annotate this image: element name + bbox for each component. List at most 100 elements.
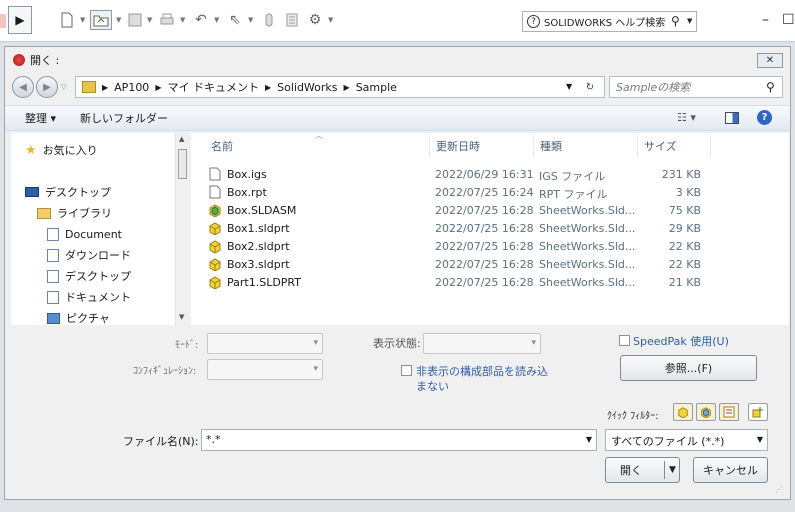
chevron-down-icon[interactable]: ▼ xyxy=(214,16,219,24)
scroll-up-icon[interactable]: ▲ xyxy=(179,135,184,143)
configuration-select[interactable] xyxy=(207,359,323,380)
nav-item-pictures[interactable]: ピクチャ xyxy=(47,309,110,327)
chevron-down-icon[interactable]: ▼ xyxy=(586,435,592,444)
file-date: 2022/07/25 16:24 xyxy=(435,186,534,199)
nav-item-downloads[interactable]: ダウンロード xyxy=(47,246,131,264)
undo-icon[interactable]: ↶ xyxy=(192,10,210,30)
folder-search-input[interactable]: Sampleの検索 xyxy=(616,79,690,95)
help-search-input[interactable]: SOLIDWORKS ヘルプ検索 xyxy=(544,14,665,29)
column-header-date[interactable]: 更新日時 xyxy=(429,135,533,157)
dialog-close-button[interactable]: ✕ xyxy=(757,53,783,68)
cancel-button[interactable]: キャンセル xyxy=(693,457,768,483)
filename-input[interactable]: *.* ▼ xyxy=(201,429,597,451)
part-icon xyxy=(209,222,221,235)
chevron-down-icon[interactable]: ▼ xyxy=(248,16,253,24)
view-options-icon[interactable]: ☷ ▾ xyxy=(677,111,696,124)
doc-icon xyxy=(209,167,221,181)
new-folder-button[interactable]: 新しいフォルダー xyxy=(80,110,168,126)
search-icon[interactable]: ⚲ xyxy=(671,14,680,28)
back-button[interactable]: ◀ xyxy=(12,76,34,98)
speedpak-checkbox[interactable] xyxy=(619,335,630,346)
nav-item-label: ドキュメント xyxy=(65,291,131,304)
column-header-type[interactable]: 種類 xyxy=(533,135,637,157)
breadcrumb-item[interactable]: Sample xyxy=(356,81,397,94)
nav-scrollbar[interactable]: ▲ ▼ xyxy=(175,133,189,325)
references-button[interactable]: 参照...(F) xyxy=(620,355,757,381)
file-type: RPT ファイル xyxy=(539,188,608,201)
help-search-box[interactable]: ? SOLIDWORKS ヘルプ検索 ⚲ ▼ xyxy=(522,11,697,32)
command-bar: 整理 ▾ 新しいフォルダー ☷ ▾ ? xyxy=(5,105,790,131)
nav-item-label: デスクトップ xyxy=(65,270,131,283)
nav-item-document[interactable]: Document xyxy=(47,225,122,243)
nav-item-desktop[interactable]: デスクトップ xyxy=(47,267,131,285)
breadcrumb-separator: ▶ xyxy=(155,82,162,92)
select-pointer-icon[interactable]: ⇖ xyxy=(226,10,244,30)
file-row[interactable]: Box1.sldprt 2022/07/25 16:28 SheetWorks.… xyxy=(191,220,789,238)
mode-select[interactable] xyxy=(207,333,323,354)
nav-favorites[interactable]: ★ お気に入り xyxy=(25,141,98,159)
filetype-select[interactable]: すべてのファイル (*.*) ▼ xyxy=(605,429,768,451)
file-row[interactable]: Box.rpt 2022/07/25 16:24 RPT ファイル 3 KB xyxy=(191,184,789,202)
folder-search-box[interactable]: Sampleの検索 ⚲ xyxy=(609,76,783,98)
file-row[interactable]: Box2.sldprt 2022/07/25 16:28 SheetWorks.… xyxy=(191,238,789,256)
resize-grip-icon[interactable]: ⋰ xyxy=(775,485,783,494)
file-row[interactable]: Box.SLDASM 2022/07/25 16:28 SheetWorks.S… xyxy=(191,202,789,220)
print-icon[interactable] xyxy=(158,10,176,30)
minimize-button[interactable]: – xyxy=(762,12,769,28)
nav-library[interactable]: ライブラリ xyxy=(37,204,112,222)
open-folder-icon[interactable] xyxy=(90,10,112,30)
maximize-button[interactable]: ☐ xyxy=(782,12,795,28)
filter-assemblies-icon[interactable] xyxy=(696,403,716,421)
nav-item-label: ダウンロード xyxy=(65,249,131,262)
breadcrumb-item[interactable]: SolidWorks xyxy=(277,81,337,94)
file-row[interactable]: Part1.SLDPRT 2022/07/25 16:28 SheetWorks… xyxy=(191,274,789,292)
filter-parts-icon[interactable] xyxy=(673,403,693,421)
column-header-name[interactable]: 名前 xyxy=(205,135,425,157)
file-row[interactable]: Box3.sldprt 2022/07/25 16:28 SheetWorks.… xyxy=(191,256,789,274)
rebuild-icon[interactable] xyxy=(262,10,276,30)
chevron-down-icon[interactable]: ▼ xyxy=(147,16,152,24)
address-dropdown-icon[interactable]: ▼ xyxy=(566,82,572,91)
refresh-button[interactable]: ↻ xyxy=(575,76,605,98)
expand-menu-button[interactable]: ▶ xyxy=(8,6,32,34)
save-icon[interactable] xyxy=(126,10,144,30)
nav-item-documents[interactable]: ドキュメント xyxy=(47,288,131,306)
documents-icon xyxy=(47,290,59,304)
history-chevron-icon[interactable]: ▽ xyxy=(61,83,66,91)
chevron-down-icon[interactable]: ▼ xyxy=(328,16,333,24)
address-bar[interactable]: ▶ AP100 ▶ マイ ドキュメント ▶ SolidWorks ▶ Sampl… xyxy=(75,76,605,98)
chevron-down-icon[interactable]: ▼ xyxy=(687,17,692,25)
app-toolbar: ▶ ▼ ▼ ▼ ▼ ↶ ▼ ⇖ ▼ ⚙ ▼ ? SOLIDWORKS ヘルプ検索… xyxy=(0,0,795,42)
breadcrumb-item[interactable]: マイ ドキュメント xyxy=(167,79,259,95)
preview-pane-icon[interactable] xyxy=(725,112,739,124)
organize-menu[interactable]: 整理 ▾ xyxy=(25,110,56,126)
chevron-down-icon[interactable]: ▼ xyxy=(180,16,185,24)
forward-button[interactable]: ▶ xyxy=(36,76,58,98)
document-library-icon xyxy=(47,227,59,241)
speedpak-label: SpeedPak 使用(U) xyxy=(633,335,729,348)
breadcrumb-item[interactable]: AP100 xyxy=(114,81,149,94)
filter-all-icon[interactable] xyxy=(748,403,768,421)
file-size: 75 KB xyxy=(668,204,701,217)
search-icon[interactable]: ⚲ xyxy=(766,80,775,94)
gear-icon[interactable]: ⚙ xyxy=(306,10,324,30)
open-dropdown-icon[interactable]: ▼ xyxy=(664,461,676,479)
column-header-size[interactable]: サイズ xyxy=(637,135,711,157)
filetype-value: すべてのファイル (*.*) xyxy=(611,435,725,448)
file-row[interactable]: Box.igs 2022/06/29 16:31 IGS ファイル 231 KB xyxy=(191,166,789,184)
chevron-down-icon[interactable]: ▼ xyxy=(80,16,85,24)
scroll-thumb[interactable] xyxy=(178,149,187,179)
file-properties-icon[interactable] xyxy=(284,10,300,30)
filename-label: ファイル名(N): xyxy=(123,435,199,448)
nav-desktop[interactable]: デスクトップ xyxy=(25,183,111,201)
hidden-components-checkbox[interactable] xyxy=(401,365,412,376)
display-state-select[interactable] xyxy=(423,333,541,354)
chevron-down-icon[interactable]: ▼ xyxy=(116,16,121,24)
scroll-down-icon[interactable]: ▼ xyxy=(179,313,184,321)
help-icon[interactable]: ? xyxy=(757,110,772,125)
open-button[interactable]: 開く ▼ xyxy=(605,457,680,483)
new-document-icon[interactable] xyxy=(58,10,76,30)
filter-drawings-icon[interactable] xyxy=(719,403,739,421)
hidden-components-label-2: まない xyxy=(416,380,449,393)
chevron-down-icon[interactable]: ▼ xyxy=(757,435,763,444)
